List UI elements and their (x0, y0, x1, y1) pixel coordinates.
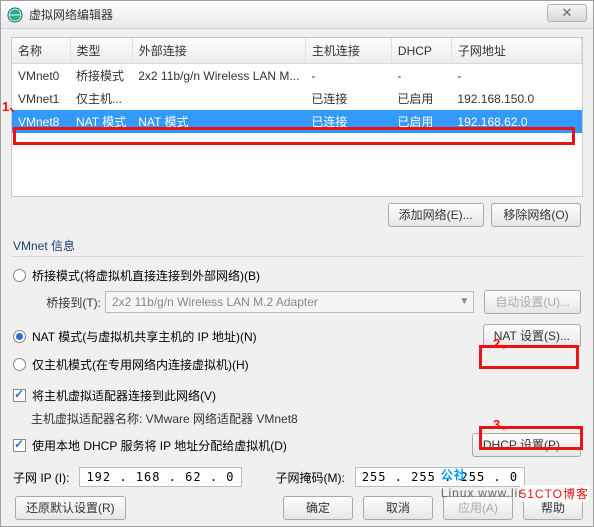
table-row-selected[interactable]: VMnet8 NAT 模式 NAT 模式 已连接 已启用 192.168.62.… (12, 110, 582, 133)
dhcp-settings-button[interactable]: DHCP 设置(P)... (472, 433, 581, 457)
vmnet-info-group: VMnet 信息 (11, 231, 583, 257)
radio-icon (13, 330, 26, 343)
apply-button: 应用(A) (443, 496, 513, 520)
window-title: 虚拟网络编辑器 (29, 6, 113, 23)
use-dhcp-check-row[interactable]: 使用本地 DHCP 服务将 IP 地址分配给虚拟机(D) DHCP 设置(P).… (11, 429, 583, 461)
table-row[interactable]: VMnet0 桥接模式 2x2 11b/g/n Wireless LAN M..… (12, 64, 582, 88)
network-table[interactable]: 名称 类型 外部连接 主机连接 DHCP 子网地址 VMnet0 桥接模式 2x… (11, 37, 583, 197)
annotation-marker-2: 2、 (493, 333, 513, 352)
dialog-footer: 还原默认设置(R) 确定 取消 应用(A) 帮助 (1, 496, 593, 520)
subnet-mask-input[interactable]: 255 . 255 . 255 . 0 (355, 467, 525, 487)
virtual-network-editor-window: 虚拟网络编辑器 ✕ 名称 类型 外部连接 主机连接 DHCP 子网地址 (0, 0, 594, 527)
bridged-label: 桥接模式(将虚拟机直接连接到外部网络)(B) (32, 267, 260, 284)
close-icon: ✕ (562, 5, 573, 21)
remove-network-button[interactable]: 移除网络(O) (491, 203, 581, 227)
auto-settings-button: 自动设置(U)... (484, 290, 581, 314)
bridge-adapter-combo[interactable]: 2x2 11b/g/n Wireless LAN M.2 Adapter ▼ (105, 291, 474, 313)
radio-icon (13, 269, 26, 282)
subnet-ip-label: 子网 IP (I): (13, 469, 69, 486)
col-type[interactable]: 类型 (70, 38, 132, 64)
checkbox-icon (13, 389, 26, 402)
app-icon (7, 7, 23, 23)
col-name[interactable]: 名称 (12, 38, 70, 64)
hostonly-radio-row[interactable]: 仅主机模式(在专用网络内连接虚拟机)(H) (11, 352, 583, 377)
connect-host-check-row[interactable]: 将主机虚拟适配器连接到此网络(V) (11, 383, 583, 408)
help-button[interactable]: 帮助 (523, 496, 583, 520)
radio-icon (13, 358, 26, 371)
table-row[interactable]: VMnet1 仅主机... 已连接 已启用 192.168.150.0 (12, 87, 582, 110)
cancel-button[interactable]: 取消 (363, 496, 433, 520)
titlebar: 虚拟网络编辑器 ✕ (1, 1, 593, 29)
close-button[interactable]: ✕ (547, 4, 587, 22)
use-dhcp-label: 使用本地 DHCP 服务将 IP 地址分配给虚拟机(D) (32, 437, 287, 454)
hostonly-label: 仅主机模式(在专用网络内连接虚拟机)(H) (32, 356, 249, 373)
checkbox-icon (13, 439, 26, 452)
ok-button[interactable]: 确定 (283, 496, 353, 520)
add-network-button[interactable]: 添加网络(E)... (388, 203, 484, 227)
subnet-ip-input[interactable]: 192 . 168 . 62 . 0 (79, 467, 241, 487)
annotation-marker-3: 3、 (493, 414, 513, 433)
chevron-down-icon: ▼ (459, 296, 469, 307)
col-ext[interactable]: 外部连接 (132, 38, 305, 64)
nat-label: NAT 模式(与虚拟机共享主机的 IP 地址)(N) (32, 328, 257, 345)
col-host[interactable]: 主机连接 (305, 38, 391, 64)
col-subnet[interactable]: 子网地址 (451, 38, 581, 64)
bridge-combo-text: 2x2 11b/g/n Wireless LAN M.2 Adapter (112, 295, 318, 309)
subnet-mask-label: 子网掩码(M): (276, 469, 345, 486)
connect-host-label: 将主机虚拟适配器连接到此网络(V) (32, 387, 216, 404)
bridged-radio-row[interactable]: 桥接模式(将虚拟机直接连接到外部网络)(B) (11, 263, 583, 288)
col-dhcp[interactable]: DHCP (391, 38, 451, 64)
restore-defaults-button[interactable]: 还原默认设置(R) (15, 496, 126, 520)
bridge-to-label: 桥接到(T): (29, 294, 101, 311)
annotation-marker-1: 1、 (2, 96, 22, 115)
